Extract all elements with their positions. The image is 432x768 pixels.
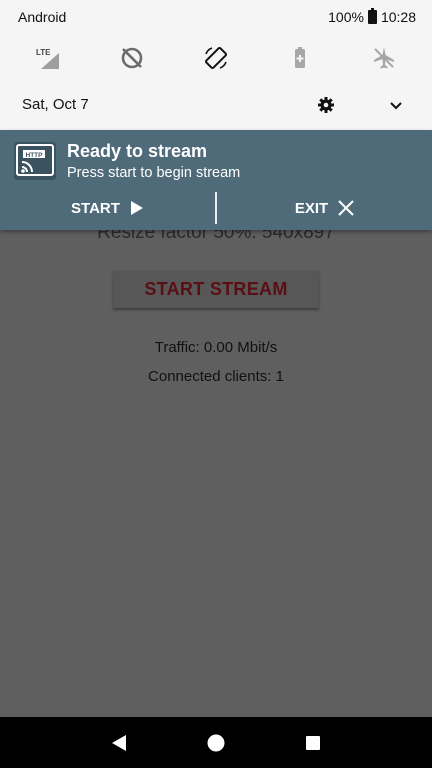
status-right: 100% 10:28 — [328, 8, 416, 25]
start-action-button[interactable]: START — [0, 191, 215, 225]
navigation-bar — [0, 717, 432, 768]
exit-action-label: EXIT — [294, 199, 329, 217]
chevron-down-icon[interactable] — [386, 95, 406, 115]
battery-icon — [367, 8, 377, 24]
close-icon — [338, 200, 354, 216]
notification-actions: START EXIT — [0, 191, 432, 225]
quick-settings-tiles: LTE — [0, 40, 432, 76]
notification-title: Ready to stream — [67, 141, 208, 161]
lte-signal-icon[interactable]: LTE — [34, 44, 62, 72]
airplane-mode-icon[interactable] — [370, 44, 398, 72]
battery-saver-icon[interactable] — [286, 44, 314, 72]
date-label: Sat, Oct 7 — [22, 96, 89, 113]
start-stream-button[interactable]: START STREAM — [113, 270, 319, 308]
traffic-text: Traffic: 0.00 Mbit/s — [154, 339, 278, 356]
data-saver-icon[interactable] — [118, 44, 146, 72]
battery-percent: 100% — [328, 9, 364, 25]
carrier-label: Android — [18, 9, 67, 25]
exit-action-button[interactable]: EXIT — [217, 191, 432, 225]
back-icon[interactable] — [108, 732, 130, 754]
connected-clients-text: Connected clients: 1 — [148, 368, 284, 385]
svg-text:LTE: LTE — [36, 48, 51, 57]
cast-http-icon: HTTP — [14, 142, 56, 180]
start-action-label: START — [71, 199, 120, 217]
auto-rotate-icon[interactable] — [202, 44, 230, 72]
svg-text:HTTP: HTTP — [26, 152, 44, 159]
clock: 10:28 — [380, 9, 416, 25]
recents-icon[interactable] — [302, 732, 324, 754]
date-row: Sat, Oct 7 — [0, 90, 432, 120]
play-icon — [130, 201, 143, 215]
home-icon[interactable] — [205, 732, 227, 754]
notification-subtitle: Press start to begin stream — [67, 165, 241, 181]
notification-shade: Android 100% 10:28 LTE Sat, Oct 7 — [0, 0, 432, 130]
status-bar: Android 100% 10:28 — [0, 0, 432, 34]
stream-notification[interactable]: HTTP Ready to stream Press start to begi… — [0, 130, 432, 230]
gear-icon[interactable] — [316, 95, 336, 115]
